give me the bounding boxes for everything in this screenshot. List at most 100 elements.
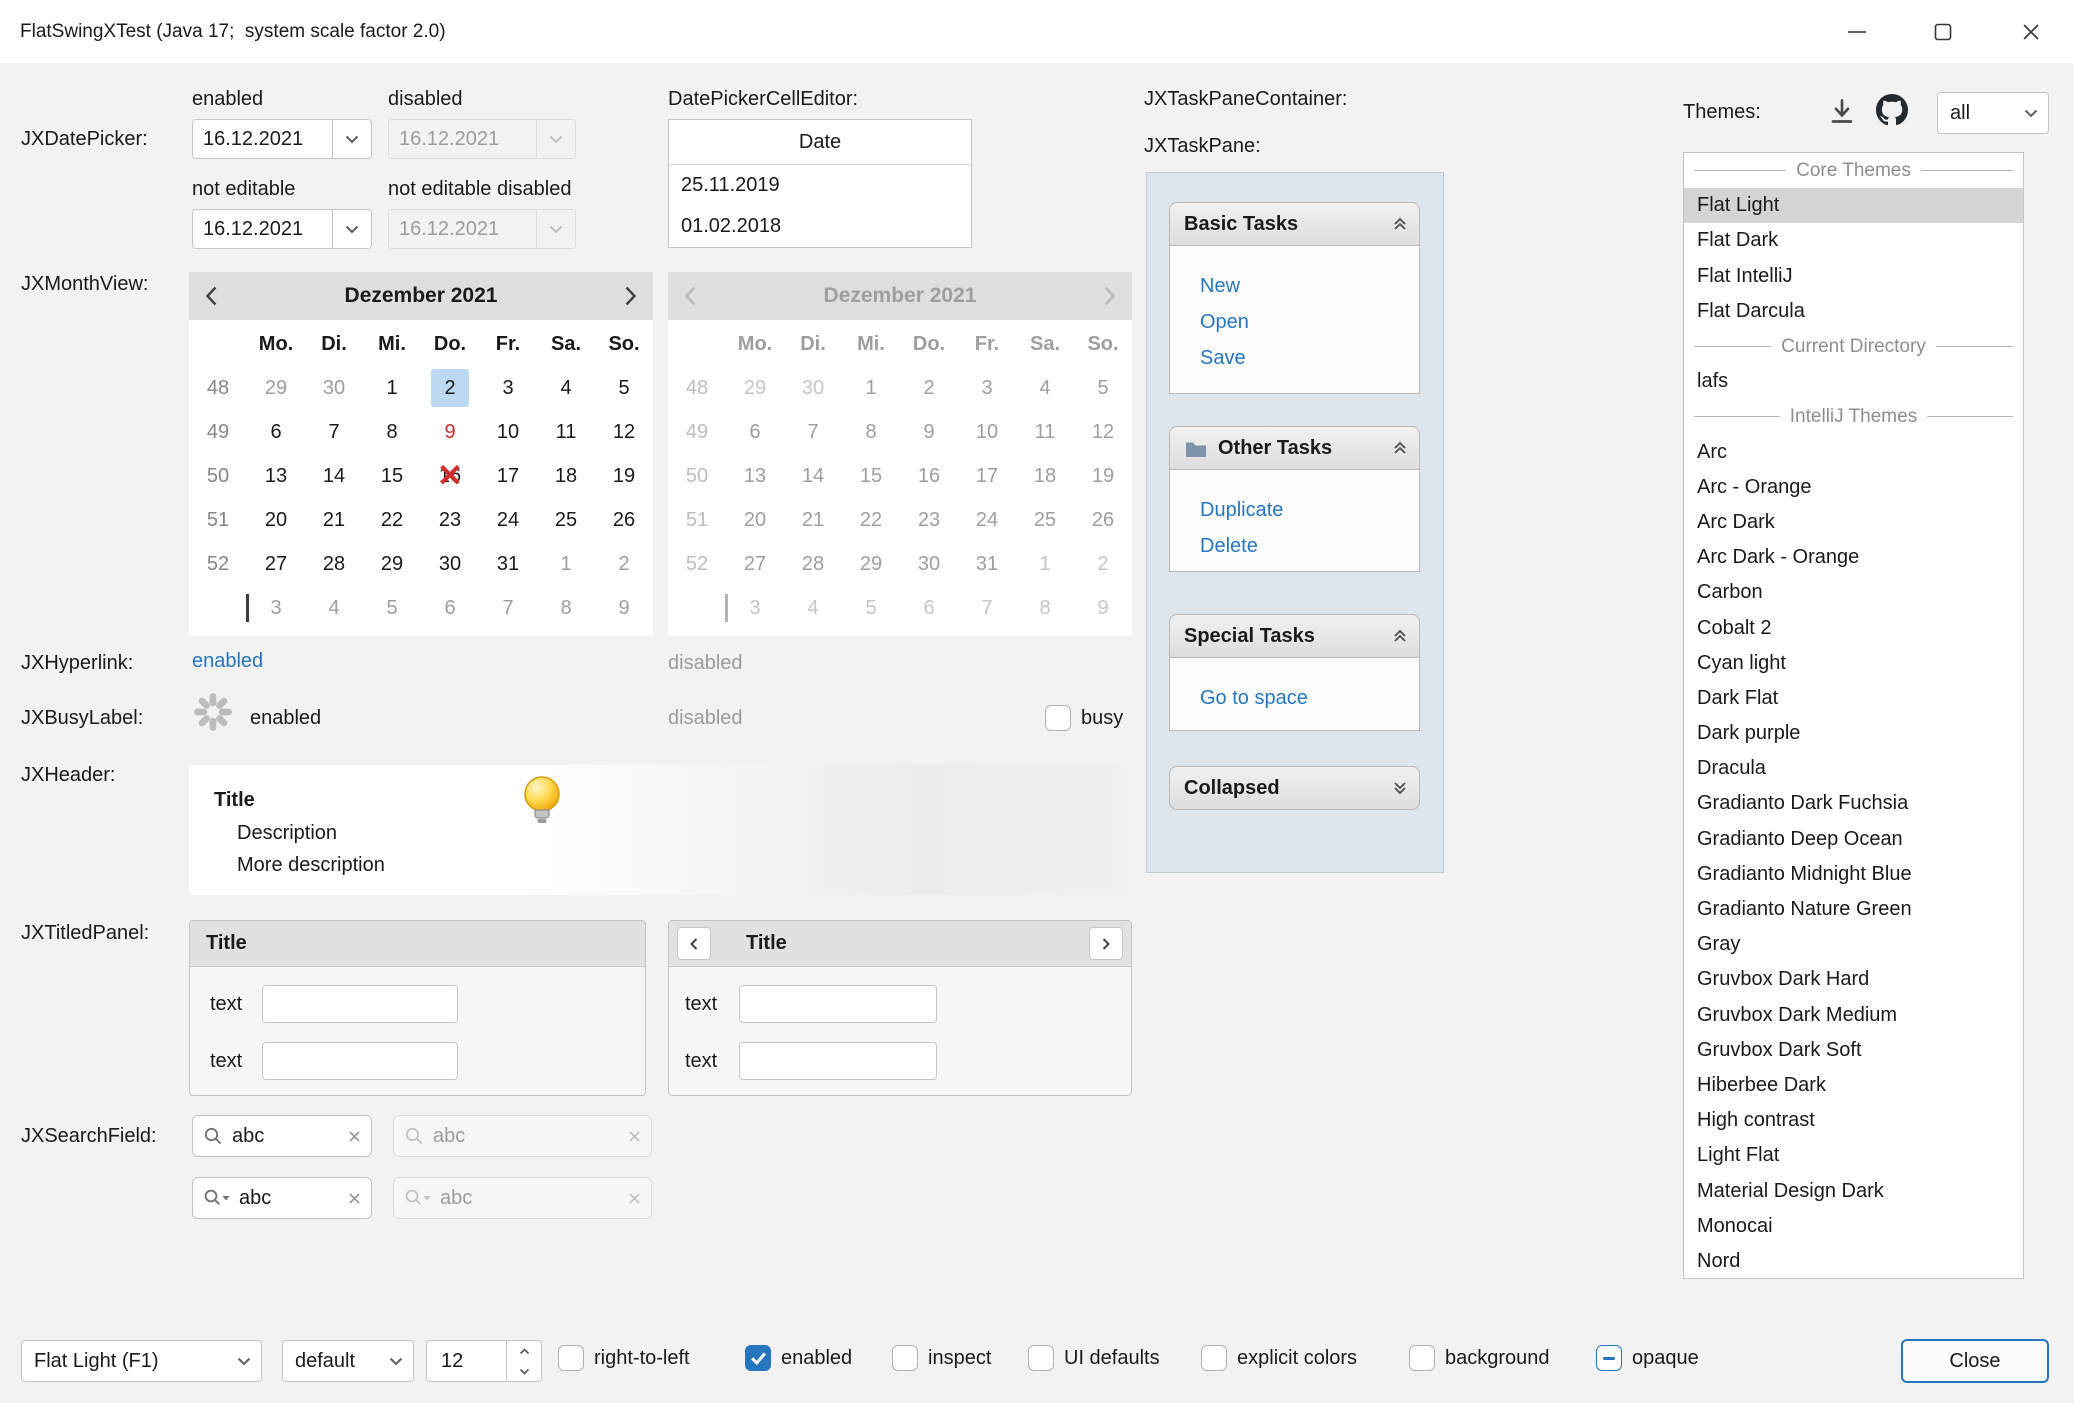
calendar-day[interactable]: 30	[421, 542, 479, 586]
calendar-day[interactable]: 5	[595, 366, 653, 410]
datepicker-not-editable[interactable]: 16.12.2021	[192, 209, 372, 249]
collapse-icon[interactable]	[1393, 217, 1407, 231]
theme-item[interactable]: Dark purple	[1684, 716, 2023, 751]
theme-item[interactable]: Dark Flat	[1684, 681, 2023, 716]
taskpane-link[interactable]: Duplicate	[1200, 492, 1419, 528]
taskpane-link[interactable]: Go to space	[1200, 680, 1419, 716]
spinner-buttons[interactable]	[506, 1341, 541, 1381]
calendar-day[interactable]: 8	[363, 410, 421, 454]
checkbox-right-to-left[interactable]: right-to-left	[558, 1345, 690, 1371]
next-month-icon[interactable]	[624, 285, 637, 307]
text-field[interactable]	[262, 985, 458, 1023]
calendar-day[interactable]: 12	[595, 410, 653, 454]
taskpane-header-basic-tasks[interactable]: Basic Tasks	[1169, 202, 1420, 246]
clear-icon[interactable]	[348, 1130, 361, 1143]
search-input[interactable]: abc	[232, 1125, 348, 1148]
theme-item[interactable]: Gradianto Deep Ocean	[1684, 822, 2023, 857]
month-view-enabled[interactable]: Dezember 2021Mo.Di.Mi.Do.Fr.Sa.So.482930…	[189, 272, 653, 636]
themes-list[interactable]: Core ThemesFlat LightFlat DarkFlat Intel…	[1683, 152, 2024, 1279]
checkbox-box[interactable]	[1201, 1345, 1227, 1371]
taskpane-link[interactable]: Save	[1200, 340, 1419, 376]
calendar-day[interactable]: 14	[305, 454, 363, 498]
checkbox-opaque[interactable]: opaque	[1596, 1345, 1699, 1371]
combo-value[interactable]: all	[1938, 102, 2014, 125]
theme-item[interactable]: Cobalt 2	[1684, 610, 2023, 645]
clear-icon[interactable]	[348, 1192, 361, 1205]
taskpane-header-other-tasks[interactable]: Other Tasks	[1169, 426, 1420, 470]
close-window-button[interactable]	[1987, 0, 2074, 63]
checkbox-box[interactable]	[892, 1345, 918, 1371]
calendar-day[interactable]: 11	[537, 410, 595, 454]
collapse-icon[interactable]	[1393, 441, 1407, 455]
theme-item[interactable]: Gruvbox Dark Hard	[1684, 962, 2023, 997]
theme-item[interactable]: Flat IntelliJ	[1684, 259, 2023, 294]
expand-icon[interactable]	[1393, 781, 1407, 795]
calendar-day[interactable]: 9	[595, 586, 653, 630]
datepicker-enabled[interactable]: 16.12.2021	[192, 119, 372, 159]
calendar-day[interactable]: 13	[247, 454, 305, 498]
theme-item[interactable]: Cyan light	[1684, 646, 2023, 681]
right-arrow-button[interactable]	[1089, 927, 1123, 960]
calendar-day[interactable]: 21	[305, 498, 363, 542]
spinner-down-icon[interactable]	[507, 1361, 541, 1381]
theme-item[interactable]: Arc Dark	[1684, 505, 2023, 540]
taskpane-link[interactable]: New	[1200, 268, 1419, 304]
calendar-day[interactable]: 4	[305, 586, 363, 630]
theme-item[interactable]: Gruvbox Dark Medium	[1684, 998, 2023, 1033]
search-field-enabled[interactable]: abc	[192, 1115, 372, 1157]
theme-item[interactable]: lafs	[1684, 364, 2023, 399]
checkbox-box[interactable]	[1409, 1345, 1435, 1371]
checkbox-background[interactable]: background	[1409, 1345, 1550, 1371]
theme-item[interactable]: High contrast	[1684, 1103, 2023, 1138]
calendar-day[interactable]: 28	[305, 542, 363, 586]
search-field-with-menu[interactable]: abc	[192, 1177, 372, 1219]
calendar-day[interactable]: 3	[247, 586, 305, 630]
table-row[interactable]: 25.11.2019	[669, 165, 971, 206]
left-arrow-button[interactable]	[677, 927, 711, 960]
chevron-down-icon[interactable]	[332, 210, 371, 248]
calendar-day[interactable]: 24	[479, 498, 537, 542]
datepicker-value[interactable]: 16.12.2021	[193, 120, 332, 158]
taskpane-header-collapsed[interactable]: Collapsed	[1169, 766, 1420, 810]
search-menu-icon[interactable]	[203, 1188, 230, 1208]
theme-item[interactable]: Flat Dark	[1684, 223, 2023, 258]
checkbox-box[interactable]	[1596, 1345, 1622, 1371]
chevron-down-icon[interactable]	[332, 120, 371, 158]
calendar-day[interactable]: 1	[363, 366, 421, 410]
calendar-day[interactable]: 19	[595, 454, 653, 498]
font-size-spinner[interactable]: 12	[426, 1340, 542, 1382]
combo-value[interactable]: Flat Light (F1)	[22, 1350, 227, 1373]
calendar-day[interactable]: 26	[595, 498, 653, 542]
checkbox-box[interactable]	[558, 1345, 584, 1371]
calendar-day[interactable]: 30	[305, 366, 363, 410]
checkbox-explicit-colors[interactable]: explicit colors	[1201, 1345, 1357, 1371]
calendar-day[interactable]: 9	[421, 410, 479, 454]
table-column-header[interactable]: Date	[669, 120, 971, 165]
calendar-day[interactable]: 8	[537, 586, 595, 630]
checkbox-box[interactable]	[1028, 1345, 1054, 1371]
calendar-day[interactable]: 29	[363, 542, 421, 586]
busy-checkbox[interactable]: busy	[1045, 705, 1123, 731]
style-combo[interactable]: default	[282, 1340, 414, 1382]
checkbox-enabled[interactable]: enabled	[745, 1345, 852, 1371]
calendar-day[interactable]: 5	[363, 586, 421, 630]
theme-item[interactable]: Carbon	[1684, 575, 2023, 610]
calendar-day[interactable]: 1	[537, 542, 595, 586]
calendar-day[interactable]: 18	[537, 454, 595, 498]
calendar-day[interactable]: 17	[479, 454, 537, 498]
theme-item[interactable]: Flat Light	[1684, 188, 2023, 223]
combo-value[interactable]: default	[283, 1350, 379, 1373]
taskpane-link[interactable]: Open	[1200, 304, 1419, 340]
theme-filter-combo[interactable]: all	[1937, 92, 2049, 134]
calendar-day[interactable]: 15	[363, 454, 421, 498]
checkbox-ui-defaults[interactable]: UI defaults	[1028, 1345, 1160, 1371]
calendar-day[interactable]: 2	[421, 366, 479, 410]
calendar-day[interactable]: 20	[247, 498, 305, 542]
calendar-day[interactable]: 27	[247, 542, 305, 586]
chevron-down-icon[interactable]	[2014, 109, 2048, 118]
theme-item[interactable]: Gradianto Nature Green	[1684, 892, 2023, 927]
theme-item[interactable]: Dracula	[1684, 751, 2023, 786]
text-field[interactable]	[739, 1042, 937, 1080]
calendar-day[interactable]: 23	[421, 498, 479, 542]
table-row[interactable]: 01.02.2018	[669, 206, 971, 247]
